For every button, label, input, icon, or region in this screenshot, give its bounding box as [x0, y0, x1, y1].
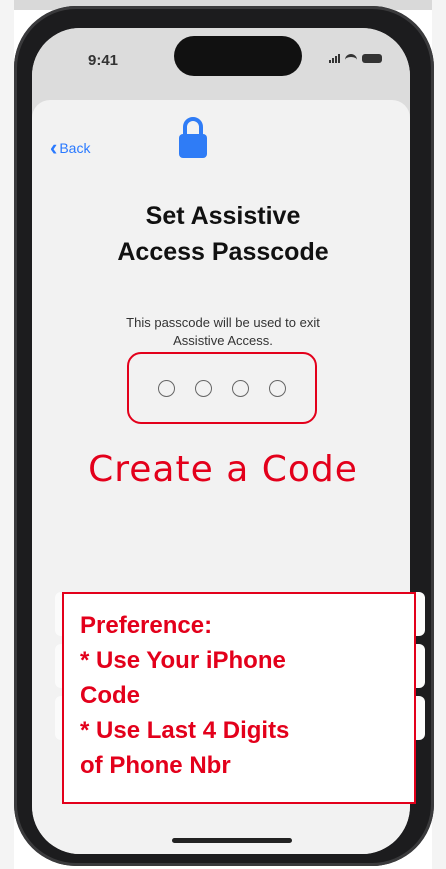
preference-callout: Preference: * Use Your iPhone Code * Use… — [62, 592, 416, 804]
screenshot: 9:41 ‹ Back Set Assistive Access Passcod… — [0, 0, 446, 869]
subtitle-line-1: This passcode will be used to exit — [126, 315, 320, 330]
subtitle-line-2: Assistive Access. — [173, 333, 273, 348]
signal-icon — [329, 53, 340, 63]
preference-line: * Use Your iPhone — [80, 647, 286, 674]
back-button[interactable]: ‹ Back — [50, 135, 91, 160]
page-title: Set Assistive Access Passcode — [34, 198, 412, 270]
lock-icon — [179, 117, 207, 158]
battery-icon — [362, 53, 382, 63]
passcode-dots[interactable] — [129, 354, 315, 422]
preference-line: of Phone Nbr — [80, 752, 231, 779]
page-title-line-1: Set Assistive — [145, 202, 301, 230]
passcode-highlight-box — [127, 352, 317, 424]
passcode-dot — [195, 379, 212, 397]
passcode-dot — [158, 379, 175, 397]
page-title-line-2: Access Passcode — [117, 238, 329, 266]
home-indicator[interactable] — [172, 838, 292, 843]
background-left — [0, 0, 14, 869]
status-bar: 9:41 — [32, 28, 410, 98]
background-right — [432, 0, 446, 869]
preference-line: * Use Last 4 Digits — [80, 717, 290, 744]
preference-line: Code — [80, 682, 140, 709]
back-label: Back — [59, 140, 91, 156]
passcode-dot — [269, 379, 286, 397]
preference-line: Preference: — [80, 612, 213, 639]
page-subtitle: This passcode will be used to exit Assis… — [34, 314, 412, 350]
wifi-icon — [345, 53, 357, 63]
passcode-dot — [232, 379, 249, 397]
status-time: 9:41 — [88, 52, 119, 69]
status-icons — [329, 53, 382, 63]
dynamic-island — [174, 36, 302, 76]
create-code-caption: Create a Code — [88, 449, 358, 490]
chevron-left-icon: ‹ — [50, 135, 58, 160]
